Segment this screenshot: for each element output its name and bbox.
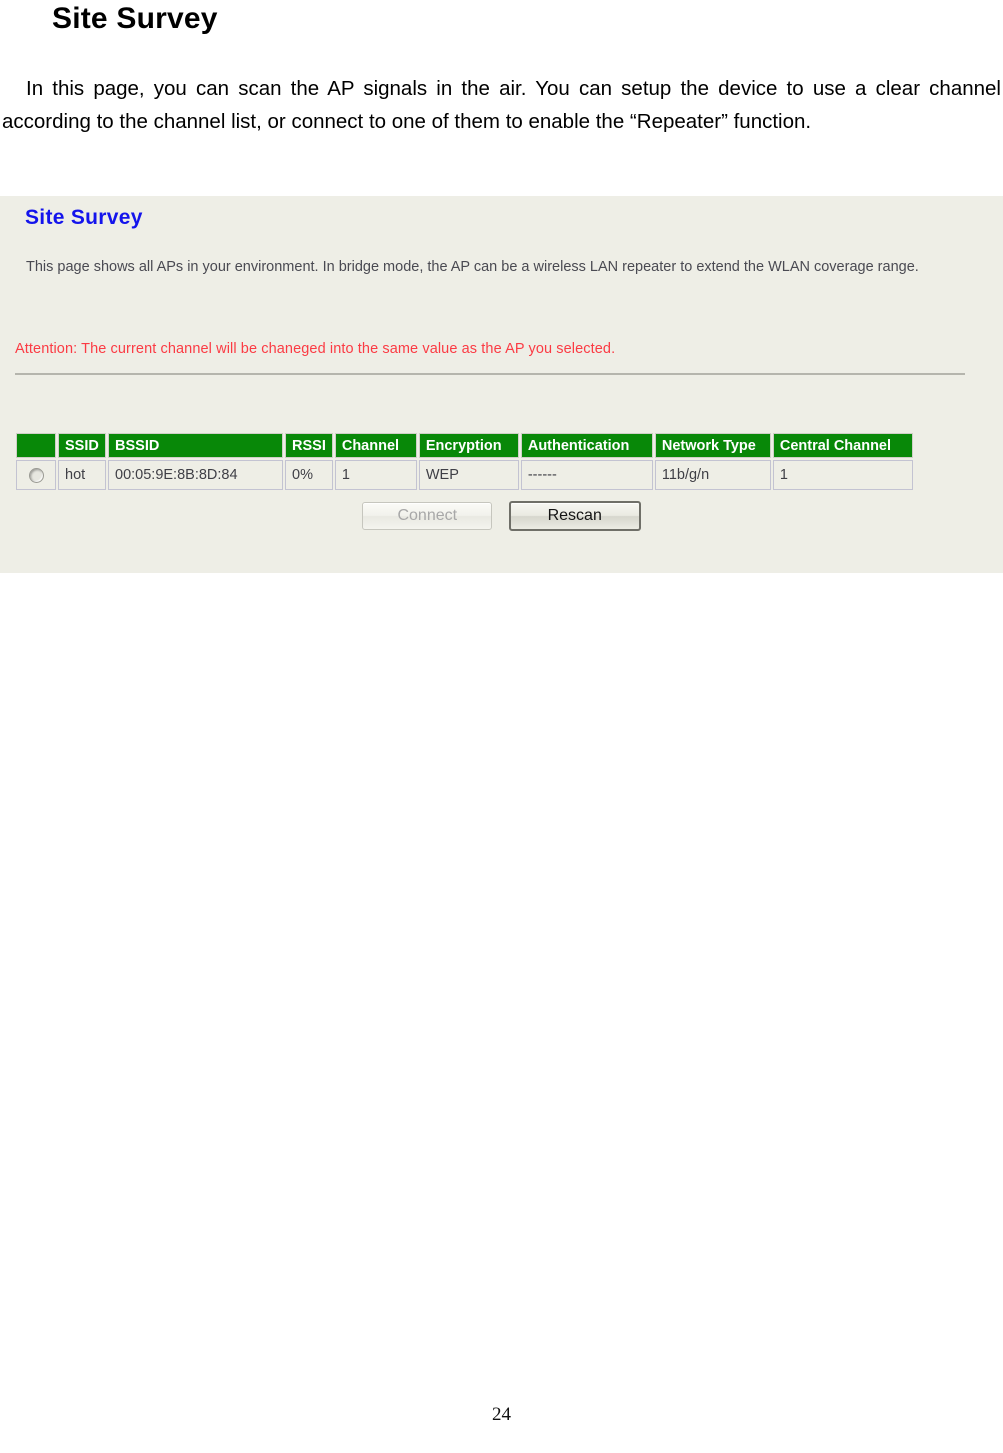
panel-title: Site Survey — [25, 206, 143, 229]
cell-encryption: WEP — [418, 460, 519, 490]
page-title: Site Survey — [52, 2, 218, 35]
ap-select-cell[interactable] — [16, 460, 56, 490]
cell-rssi: 0% — [285, 460, 333, 490]
page-number: 24 — [492, 1404, 511, 1425]
column-header-network-type: Network Type — [654, 433, 771, 458]
cell-ssid: hot — [58, 460, 106, 490]
cell-central-channel: 1 — [772, 460, 913, 490]
attention-notice: Attention: The current channel will be c… — [15, 341, 616, 357]
column-header-central-channel: Central Channel — [772, 433, 913, 458]
cell-bssid: 00:05:9E:8B:8D:84 — [108, 460, 283, 490]
column-header-bssid: BSSID — [108, 433, 283, 458]
rescan-button[interactable]: Rescan — [508, 501, 641, 531]
column-header-authentication: Authentication — [520, 433, 653, 458]
column-header-encryption: Encryption — [418, 433, 519, 458]
column-header-channel: Channel — [334, 433, 417, 458]
intro-paragraph-text: In this page, you can scan the AP signal… — [2, 77, 1001, 133]
action-button-row: Connect Rescan — [0, 501, 1003, 531]
table-row[interactable]: hot 00:05:9E:8B:8D:84 0% 1 WEP ------ 11… — [16, 460, 913, 490]
ap-list-table: SSID BSSID RSSI Channel Encryption Authe… — [14, 431, 915, 492]
connect-button[interactable]: Connect — [362, 502, 493, 530]
cell-authentication: ------ — [520, 460, 653, 490]
horizontal-divider — [15, 373, 965, 375]
cell-channel: 1 — [334, 460, 417, 490]
table-header-row: SSID BSSID RSSI Channel Encryption Authe… — [16, 433, 913, 458]
radio-button-icon[interactable] — [28, 467, 44, 483]
panel-description: This page shows all APs in your environm… — [26, 259, 919, 275]
column-header-select — [16, 433, 56, 458]
cell-network-type: 11b/g/n — [654, 460, 771, 490]
column-header-rssi: RSSI — [285, 433, 333, 458]
column-header-ssid: SSID — [58, 433, 106, 458]
router-ui-screenshot: Site Survey This page shows all APs in y… — [0, 196, 1003, 573]
intro-paragraph: In this page, you can scan the AP signal… — [2, 72, 1001, 138]
